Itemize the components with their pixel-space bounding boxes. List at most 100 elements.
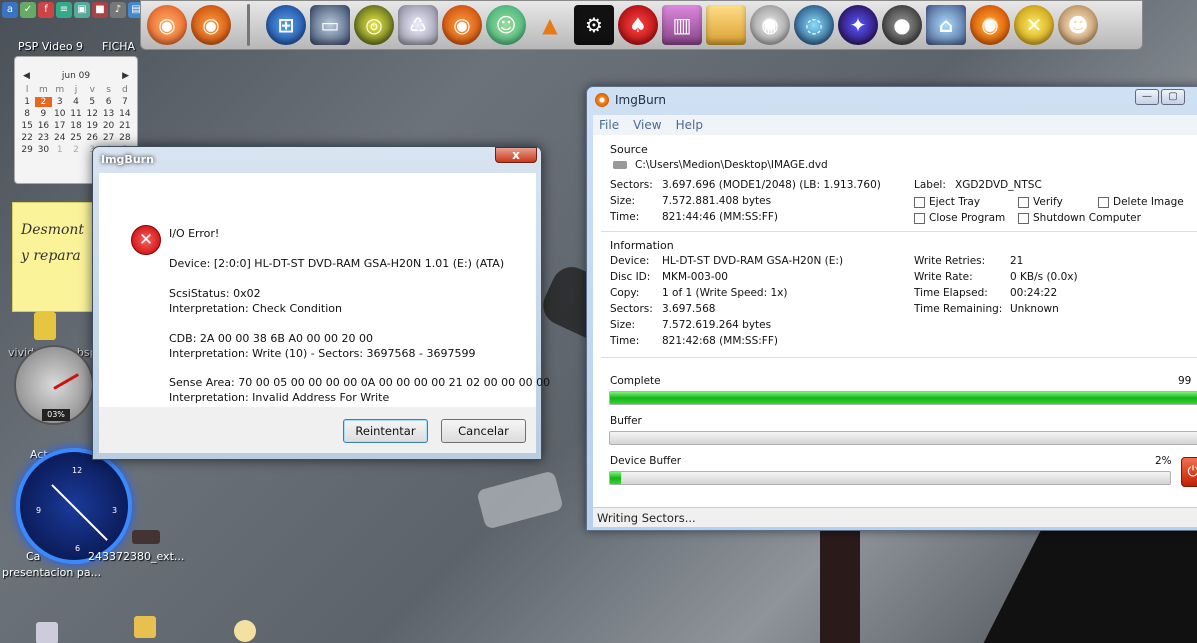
group-divider	[601, 231, 1197, 232]
delete-image-checkbox[interactable]: Delete Image	[1098, 196, 1184, 208]
info-sectors-value: 3.697.568	[662, 303, 716, 315]
menu-view[interactable]: View	[633, 118, 661, 132]
thumbnail-icon[interactable]	[132, 530, 160, 544]
burner-icon[interactable]: ◉	[970, 5, 1010, 45]
calendar-day[interactable]: 29	[19, 145, 35, 155]
messenger-icon[interactable]: ☺	[486, 5, 526, 45]
document-icon[interactable]	[36, 622, 58, 643]
desktop-icon-label[interactable]: PSP Video 9	[18, 40, 83, 53]
winrar-icon[interactable]: ▥	[662, 5, 702, 45]
calendar-day[interactable]: 23	[35, 133, 51, 143]
calendar-day[interactable]: 24	[52, 133, 68, 143]
media-icon[interactable]: ◎	[354, 5, 394, 45]
webcam-icon[interactable]: ●	[882, 5, 922, 45]
quick-launch-icon[interactable]: ▣	[74, 2, 90, 18]
calendar-day[interactable]: 8	[19, 109, 35, 119]
tools-icon[interactable]: ✕	[1014, 5, 1054, 45]
network-icon[interactable]: ⌂	[926, 5, 966, 45]
sticky-note[interactable]: Desmont y repara	[12, 202, 98, 312]
calendar-day[interactable]: 3	[52, 97, 68, 107]
close-program-checkbox[interactable]: Close Program	[914, 212, 1005, 224]
checkbox-box[interactable]	[914, 212, 925, 224]
calendar-day[interactable]: 10	[52, 109, 68, 119]
sticky-pin-icon	[34, 312, 56, 340]
wallpaper-shape	[476, 470, 564, 530]
calendar-day[interactable]: 5	[84, 97, 100, 107]
next-month-icon[interactable]: ▶	[122, 71, 129, 81]
calendar-day[interactable]: 1	[19, 97, 35, 107]
dialog-body: ✕ I/O Error! Device: [2:0:0] HL-DT-ST DV…	[99, 173, 550, 407]
dialog-close-button[interactable]: x	[495, 147, 537, 163]
retry-button[interactable]: Reintentar	[343, 419, 428, 443]
cancel-button[interactable]: Cancelar	[441, 419, 526, 443]
prev-month-icon[interactable]: ◀	[23, 71, 30, 81]
calendar-day[interactable]: 18	[68, 121, 84, 131]
shutdown-computer-checkbox[interactable]: Shutdown Computer	[1018, 212, 1141, 224]
quick-launch-icon[interactable]: ♪	[110, 2, 126, 18]
calendar-day[interactable]: 20	[100, 121, 116, 131]
calendar-day[interactable]: 25	[68, 133, 84, 143]
calendar-day[interactable]: 28	[117, 133, 133, 143]
calendar-day[interactable]: 26	[84, 133, 100, 143]
calendar-day[interactable]: 9	[35, 109, 51, 119]
calendar-day[interactable]: 11	[68, 109, 84, 119]
calendar-day[interactable]: 7	[117, 97, 133, 107]
calendar-day[interactable]: 6	[100, 97, 116, 107]
calendar-day[interactable]: 1	[52, 145, 68, 155]
status-text: Writing Sectors...	[597, 511, 696, 525]
calendar-day[interactable]: 27	[100, 133, 116, 143]
eject-tray-checkbox[interactable]: Eject Tray	[914, 196, 980, 208]
quick-launch-icon[interactable]: ≡	[56, 2, 72, 18]
calendar-day[interactable]: 17	[52, 121, 68, 131]
calendar-day[interactable]: 13	[100, 109, 116, 119]
computer-icon[interactable]: ▭	[310, 5, 350, 45]
swirl-icon[interactable]: ◌	[794, 5, 834, 45]
calendar-day[interactable]: 21	[117, 121, 133, 131]
calendar-day[interactable]: 12	[84, 109, 100, 119]
imgburn-window: ImgBurn — ▢ File View Help Source C:\Use…	[586, 86, 1197, 531]
calendar-day[interactable]: 14	[117, 109, 133, 119]
write-rate-label: Write Rate:	[914, 271, 973, 283]
menu-file[interactable]: File	[599, 118, 619, 132]
folder-icon[interactable]	[134, 616, 156, 638]
desktop-icon-label[interactable]: Ca	[26, 550, 40, 563]
disc-tool-icon[interactable]: ◍	[750, 5, 790, 45]
firefox-orange-icon[interactable]: ◉	[147, 5, 187, 45]
folder-icon[interactable]	[706, 5, 746, 45]
cow-icon[interactable]	[234, 620, 256, 642]
quick-launch-icon[interactable]: ■	[92, 2, 108, 18]
minimize-button[interactable]: —	[1135, 89, 1159, 105]
steam-icon[interactable]: ⚙	[574, 5, 614, 45]
poker-icon[interactable]: ♠	[618, 5, 658, 45]
quick-launch-icon[interactable]: a	[2, 2, 18, 18]
calendar-day[interactable]: 2	[35, 97, 52, 107]
calendar-day[interactable]: 30	[35, 145, 51, 155]
cow-icon[interactable]: ☻	[1058, 5, 1098, 45]
calendar-day[interactable]: 2	[68, 145, 84, 155]
vlc-icon[interactable]: ▲	[530, 5, 570, 45]
calendar-day[interactable]: 15	[19, 121, 35, 131]
menu-help[interactable]: Help	[676, 118, 703, 132]
desktop-icon-label[interactable]: 243372380_ext...	[88, 550, 184, 563]
firefox-icon[interactable]: ◉	[191, 5, 231, 45]
calendar-day[interactable]: 19	[84, 121, 100, 131]
windows-start-icon[interactable]: ⊞	[266, 5, 306, 45]
verify-checkbox[interactable]: Verify	[1018, 196, 1063, 208]
checkbox-box[interactable]	[1018, 196, 1029, 208]
maximize-button[interactable]: ▢	[1161, 89, 1185, 105]
calendar-day[interactable]: 16	[35, 121, 51, 131]
quick-launch-icon[interactable]: ✓	[20, 2, 36, 18]
stop-button[interactable]: ⏻	[1181, 457, 1197, 487]
desktop-icon-label[interactable]: FICHA	[102, 40, 135, 53]
checkbox-box[interactable]	[1018, 212, 1029, 224]
quick-launch-icon[interactable]: f	[38, 2, 54, 18]
recycle-bin-icon[interactable]: ♺	[398, 5, 438, 45]
calendar-day[interactable]: 22	[19, 133, 35, 143]
calendar-day-of-week: s	[106, 85, 111, 95]
checkbox-box[interactable]	[1098, 196, 1109, 208]
checkbox-box[interactable]	[914, 196, 925, 208]
games-icon[interactable]: ✦	[838, 5, 878, 45]
firefox-alt-icon[interactable]: ◉	[442, 5, 482, 45]
calendar-day[interactable]: 4	[68, 97, 84, 107]
desktop-icon-label[interactable]: presentacion pa...	[2, 566, 101, 579]
